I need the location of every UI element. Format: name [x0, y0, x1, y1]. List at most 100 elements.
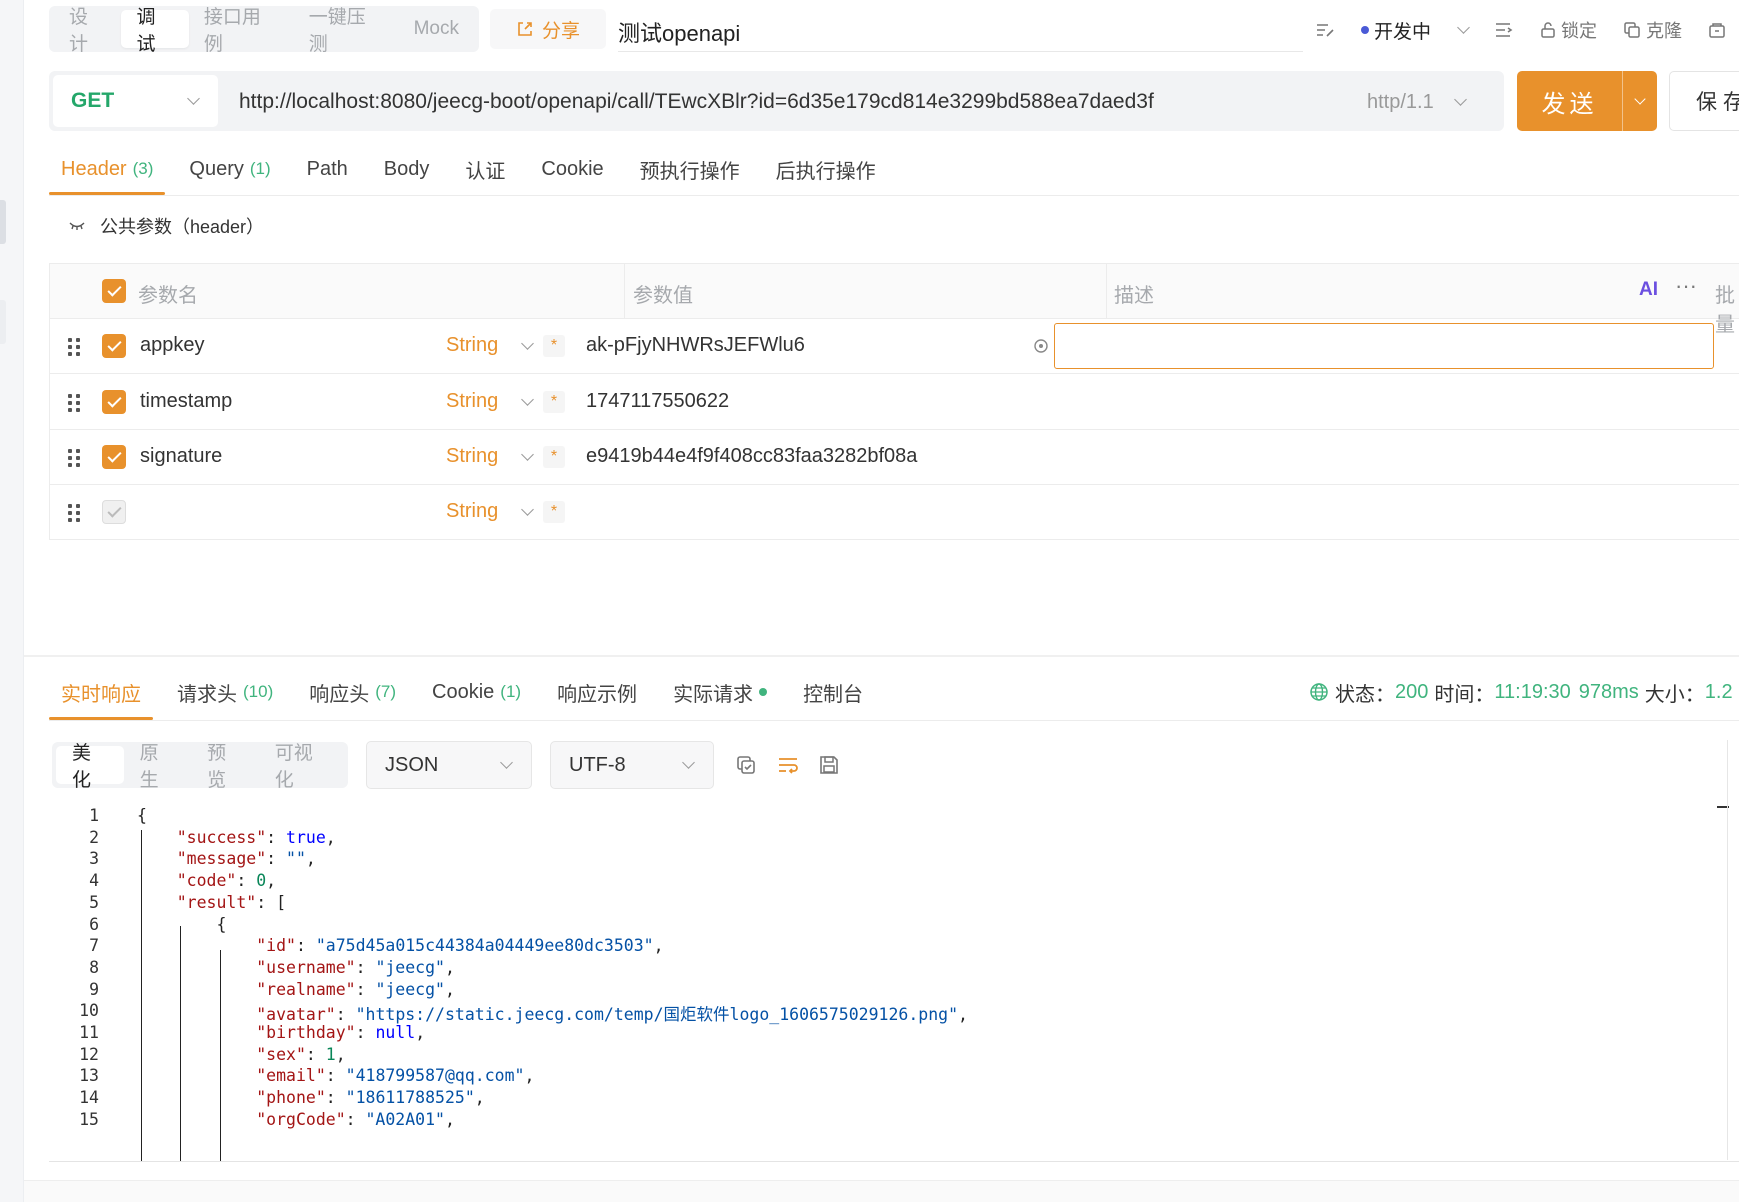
response-code-editor[interactable]: 1{2 "success": true, 3 "message": "", 4 "c…: [49, 806, 1729, 1161]
param-value[interactable]: e9419b44e4f9f408cc83faa3282bf08a: [586, 445, 917, 468]
encoding-select[interactable]: UTF-8: [550, 741, 714, 789]
code-line: 7 "id": "a75d45a015c44384a04449ee80dc350…: [49, 936, 1729, 960]
time-value: 11:19:30: [1494, 680, 1571, 703]
lock-button[interactable]: 锁定: [1540, 17, 1597, 43]
select-all-checkbox[interactable]: [102, 279, 126, 303]
sidebar-collapse-handle[interactable]: [0, 200, 6, 244]
ai-icon[interactable]: AI: [1639, 279, 1658, 301]
tab-debug[interactable]: 调试: [121, 7, 189, 55]
method-select[interactable]: GET: [53, 75, 218, 127]
send-button-group: 发送: [1517, 71, 1657, 131]
tab-response-example[interactable]: 响应示例: [545, 664, 649, 720]
row-checkbox[interactable]: [102, 390, 126, 414]
send-options-button[interactable]: [1623, 71, 1657, 131]
required-star-icon[interactable]: *: [543, 391, 565, 413]
doc-toggle-button[interactable]: [1315, 21, 1335, 39]
more-icon[interactable]: ···: [1675, 273, 1697, 299]
http-version-select[interactable]: http/1.1: [1367, 80, 1467, 124]
method-label: GET: [71, 89, 115, 112]
code-line: 11 "birthday": null,: [49, 1023, 1729, 1047]
tab-query[interactable]: Query (1): [177, 143, 282, 195]
copy-icon[interactable]: [734, 753, 758, 777]
drag-handle-icon[interactable]: [68, 449, 80, 467]
row-checkbox[interactable]: [102, 445, 126, 469]
tab-post-script[interactable]: 后执行操作: [764, 143, 888, 195]
send-button[interactable]: 发送: [1517, 71, 1622, 131]
tab-auth[interactable]: 认证: [453, 143, 517, 195]
share-button[interactable]: 分享: [490, 9, 606, 49]
drag-handle-icon[interactable]: [68, 338, 80, 356]
tab-header[interactable]: Header (3): [49, 143, 166, 195]
request-tabs-divider: [49, 195, 1739, 196]
clone-button[interactable]: 克隆: [1623, 17, 1682, 43]
request-tabs: Header (3) Query (1) Path Body 认证 Cookie 预…: [49, 143, 900, 195]
time-label: 时间：: [1434, 683, 1495, 706]
params-table-header: 参数名 参数值 描述 AI ··· 批量: [50, 264, 1739, 336]
param-type[interactable]: String: [446, 334, 498, 357]
wrap-lines-icon[interactable]: [776, 753, 800, 777]
sidebar-handle-2[interactable]: [0, 300, 6, 344]
archive-icon: [1709, 23, 1725, 38]
response-tabs: 实时响应 请求头 (10) 响应头 (7) Cookie (1) 响应示例 实际请求 …: [49, 664, 887, 720]
param-name[interactable]: signature: [140, 445, 222, 468]
drag-handle-icon[interactable]: [68, 394, 80, 412]
tab-design[interactable]: 设计: [54, 7, 121, 55]
tab-preview[interactable]: 预览: [191, 743, 259, 791]
tab-request-headers[interactable]: 请求头 (10): [165, 664, 285, 720]
tab-response-headers[interactable]: 响应头 (7): [297, 664, 408, 720]
url-input[interactable]: http://localhost:8080/jeecg-boot/openapi…: [239, 80, 1154, 124]
row-checkbox[interactable]: [102, 334, 126, 358]
tab-live-response[interactable]: 实时响应: [49, 664, 153, 720]
tab-raw[interactable]: 原生: [124, 743, 192, 791]
param-value[interactable]: ak-pFjyNHWRsJEFWlu6: [586, 334, 805, 357]
tab-visualize[interactable]: 可视化: [259, 743, 344, 791]
tab-cookie[interactable]: Cookie: [529, 143, 615, 195]
api-name-input[interactable]: 测试openapi: [618, 12, 1303, 52]
more-action-button[interactable]: [1708, 21, 1726, 39]
dynamic-value-icon[interactable]: [1032, 337, 1050, 355]
required-star-icon[interactable]: *: [543, 446, 565, 468]
encoding-label: UTF-8: [569, 753, 626, 776]
param-type[interactable]: String: [446, 390, 498, 413]
tab-body[interactable]: Body: [372, 143, 442, 195]
public-params-toggle[interactable]: 公共参数（header）: [68, 213, 264, 239]
code-text: "message": "",: [176, 849, 316, 869]
format-select[interactable]: JSON: [366, 741, 532, 789]
size-value: 1.2: [1704, 680, 1733, 703]
tab-pre-script[interactable]: 预执行操作: [628, 143, 752, 195]
param-name[interactable]: timestamp: [140, 390, 232, 413]
params-table: 参数名 参数值 描述 AI ··· 批量 appkey String * ak-…: [49, 263, 1739, 540]
tab-mock[interactable]: Mock: [399, 10, 474, 48]
tab-response-cookie[interactable]: Cookie (1): [420, 664, 533, 720]
row-checkbox[interactable]: [102, 500, 126, 524]
editor-scrollbar[interactable]: [1727, 740, 1728, 1160]
required-star-icon[interactable]: *: [543, 501, 565, 523]
param-value[interactable]: 1747117550622: [586, 390, 729, 413]
description-input[interactable]: [1054, 323, 1714, 369]
eye-closed-icon: [69, 222, 85, 230]
table-row: String *: [50, 485, 1739, 540]
save-file-icon[interactable]: [817, 753, 841, 777]
save-button[interactable]: 保存: [1669, 71, 1739, 131]
code-line: 5 "result": [: [49, 893, 1729, 917]
status-dropdown[interactable]: 开发中: [1361, 17, 1470, 44]
code-line: 13 "email": "418799587@qq.com",: [49, 1066, 1729, 1090]
tab-load-test[interactable]: 一键压测: [294, 7, 399, 55]
tab-actual-request[interactable]: 实际请求: [661, 664, 779, 720]
tab-console[interactable]: 控制台: [791, 664, 875, 720]
tab-path[interactable]: Path: [295, 143, 360, 195]
table-row: appkey String * ak-pFjyNHWRsJEFWlu6: [50, 319, 1739, 374]
param-type[interactable]: String: [446, 445, 498, 468]
code-text: "username": "jeecg",: [256, 957, 455, 977]
tab-api-cases[interactable]: 接口用例: [189, 7, 294, 55]
param-type[interactable]: String: [446, 500, 498, 523]
drag-handle-icon[interactable]: [68, 504, 80, 522]
chevron-down-icon: [521, 503, 534, 516]
outline-button[interactable]: [1494, 21, 1514, 39]
top-actions: 开发中 锁定 克隆: [1315, 10, 1739, 50]
tab-pretty[interactable]: 美化: [56, 743, 124, 791]
public-params-label: 公共参数（header）: [100, 217, 265, 237]
required-star-icon[interactable]: *: [543, 335, 565, 357]
line-number: 7: [89, 936, 99, 956]
param-name[interactable]: appkey: [140, 334, 205, 357]
